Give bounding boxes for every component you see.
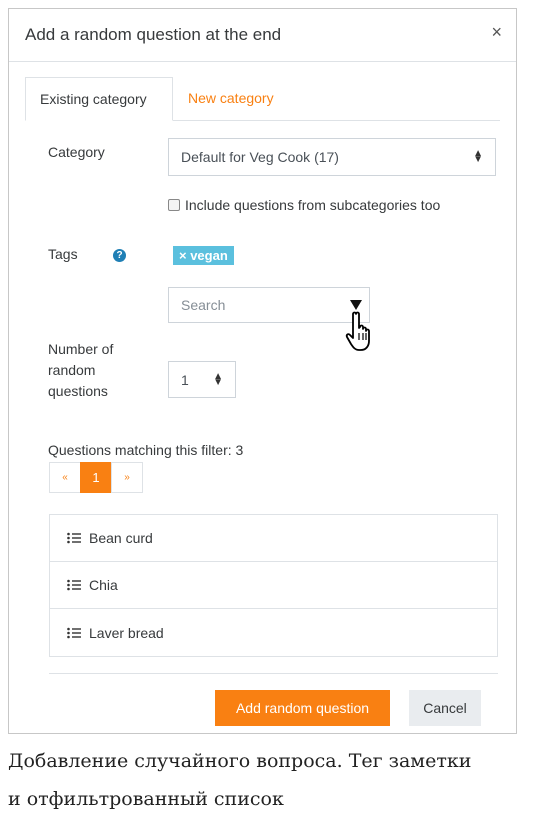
modal-body: Existing category New category [25, 77, 500, 121]
question-name: Laver bread [89, 624, 164, 641]
question-list: Bean curd Chia Laver bread [49, 514, 498, 657]
multichoice-question-icon [67, 627, 81, 638]
close-icon[interactable]: × [491, 23, 502, 41]
random-count-label: Number of random questions [48, 339, 113, 402]
tab-existing-category[interactable]: Existing category [25, 77, 173, 121]
tags-label: Tags [48, 246, 78, 262]
random-count-label-line: random [48, 362, 96, 378]
caption-line: и отфильтрованный список [8, 788, 284, 810]
chevron-down-icon[interactable] [350, 300, 362, 310]
select-arrows-icon: ▲ ▼ [473, 148, 483, 165]
add-random-question-button[interactable]: Add random question [215, 690, 390, 726]
select-arrows-icon: ▲ ▼ [213, 370, 223, 388]
list-item: Laver bread [50, 609, 497, 656]
subcategories-label: Include questions from subcategories too [185, 197, 441, 213]
cancel-button[interactable]: Cancel [409, 690, 481, 726]
tab-bar: Existing category New category [25, 77, 500, 121]
question-name: Chia [89, 577, 118, 593]
caption-line: Добавление случайного вопроса. Тег замет… [8, 750, 472, 772]
random-question-modal: Add a random question at the end × Exist… [8, 8, 517, 734]
modal-title: Add a random question at the end [25, 25, 282, 44]
category-select-value: Default for Veg Cook (17) [181, 149, 339, 165]
subcategories-option: Include questions from subcategories too [168, 197, 440, 213]
tag-search-placeholder: Search [181, 297, 226, 313]
footer-divider [49, 673, 498, 674]
category-select[interactable]: Default for Veg Cook (17) ▲ ▼ [168, 138, 496, 176]
hand-pointer-icon [345, 311, 370, 351]
list-item: Chia [50, 562, 497, 609]
modal-header: Add a random question at the end × [9, 9, 516, 62]
current-page-button[interactable]: 1 [80, 462, 112, 493]
question-name: Bean curd [89, 530, 153, 546]
help-icon[interactable]: ? [113, 249, 126, 262]
random-count-label-line: Number of [48, 341, 114, 357]
random-count-select[interactable]: 1 ▲ ▼ [168, 361, 236, 398]
tag-search-input[interactable]: Search [168, 287, 370, 323]
random-count-label-line: questions [48, 383, 108, 399]
multichoice-question-icon [67, 579, 81, 591]
matching-count-text: Questions matching this filter: 3 [48, 442, 244, 458]
next-page-button[interactable]: » [111, 462, 143, 493]
prev-page-button[interactable]: « [49, 462, 81, 493]
list-item: Bean curd [50, 515, 497, 562]
category-label: Category [48, 144, 105, 160]
multichoice-question-icon [67, 532, 81, 544]
pagination: « 1 » [49, 462, 143, 493]
tag-chip-vegan[interactable]: × vegan [173, 246, 234, 265]
tab-new-category[interactable]: New category [174, 77, 288, 120]
subcategories-checkbox[interactable] [168, 199, 180, 211]
random-count-value: 1 [181, 371, 189, 388]
